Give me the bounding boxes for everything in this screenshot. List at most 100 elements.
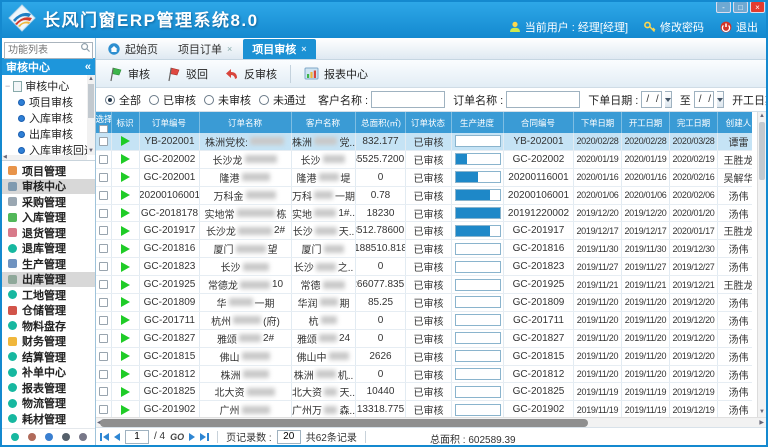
scroll-thumb[interactable] (759, 122, 765, 180)
column-header-5[interactable]: 总面积(㎡) (356, 112, 406, 133)
minimize-button[interactable]: - (716, 1, 731, 13)
row-checkbox[interactable] (99, 262, 108, 271)
change-password-button[interactable]: 修改密码 (644, 19, 704, 35)
table-row[interactable]: YB-202001株洲党校:株洲党..832.177已审核YB-20200120… (96, 133, 752, 151)
tree-expander-icon[interactable]: − (5, 81, 10, 91)
toolbar-button-反审核[interactable]: 反审核 (217, 63, 284, 85)
scroll-right-icon[interactable]: ▶ (759, 418, 764, 427)
radio-全部[interactable]: 全部 (101, 92, 141, 108)
sidebar-item-16[interactable]: 耗材管理 (2, 411, 95, 427)
table-row[interactable]: GC-201711杭州(府)杭0已审核GC-2017112019/11/2020… (96, 312, 752, 330)
sidebar-item-5[interactable]: 退库管理 (2, 241, 95, 257)
tree-item-2[interactable]: 出库审核 (5, 126, 86, 142)
order-date-from-input[interactable]: / / (641, 91, 661, 108)
table-row[interactable]: GC-201825北大资北大资天..10440已审核GC-2018252019/… (96, 383, 752, 401)
table-row[interactable]: GC-201925常德龙10常德266077.835..已审核GC-201925… (96, 276, 752, 294)
row-checkbox[interactable] (99, 209, 108, 218)
column-header-3[interactable]: 订单名称 (200, 112, 292, 133)
scroll-up-icon[interactable]: ▲ (758, 112, 766, 121)
scroll-up-icon[interactable]: ▲ (87, 75, 95, 83)
row-checkbox[interactable] (99, 244, 108, 253)
sidebar-item-12[interactable]: 结算管理 (2, 349, 95, 365)
cart-icon[interactable] (28, 433, 36, 441)
row-checkbox[interactable] (99, 316, 108, 325)
table-row[interactable]: GC-201902广州广州万森..13318.775已审核GC-20190220… (96, 401, 752, 417)
sidebar-item-3[interactable]: 入库管理 (2, 210, 95, 226)
sidebar-item-10[interactable]: 物料盘存 (2, 318, 95, 334)
tab-起始页[interactable]: 起始页 (99, 39, 167, 59)
sidebar-item-6[interactable]: 生产管理 (2, 256, 95, 272)
collapse-icon[interactable]: « (85, 61, 91, 73)
table-row[interactable]: GC-201827雅颂2#雅颂240已审核GC-2018272019/11/20… (96, 330, 752, 348)
tree-item-0[interactable]: 项目审核 (5, 94, 86, 110)
tree-scroll-thumb[interactable] (88, 84, 94, 118)
send-icon[interactable] (45, 433, 53, 441)
close-button[interactable]: × (750, 1, 765, 13)
row-checkbox[interactable] (99, 191, 108, 200)
table-row[interactable]: GC-2018178实地常栋实地1#..18230已审核201912200022… (96, 205, 752, 223)
next-page-button[interactable] (189, 433, 195, 441)
order-date-to-dropdown[interactable] (717, 91, 724, 108)
order-name-input[interactable] (506, 91, 580, 108)
row-checkbox[interactable] (99, 173, 108, 182)
sidebar-item-13[interactable]: 补单中心 (2, 365, 95, 381)
tab-项目订单[interactable]: 项目订单× (169, 39, 241, 59)
column-header-9[interactable]: 下单日期 (574, 112, 622, 133)
column-header-1[interactable]: 标识 (112, 112, 140, 133)
column-header-11[interactable]: 完工日期 (670, 112, 718, 133)
table-row[interactable]: GC-201823长沙长沙之..0已审核GC-2018232019/11/272… (96, 258, 752, 276)
sidebar-item-14[interactable]: 报表管理 (2, 380, 95, 396)
sidebar-item-0[interactable]: 项目管理 (2, 163, 95, 179)
row-checkbox[interactable] (99, 298, 108, 307)
sidebar-item-1[interactable]: 审核中心 (2, 179, 95, 195)
column-header-4[interactable]: 客户名称 (292, 112, 356, 133)
row-checkbox[interactable] (99, 352, 108, 361)
vertical-scrollbar[interactable]: ▲ ▼ (757, 112, 766, 417)
order-date-from-dropdown[interactable] (665, 91, 672, 108)
column-header-2[interactable]: 订单编号 (140, 112, 200, 133)
row-checkbox[interactable] (99, 370, 108, 379)
toolbar-button-报表中心[interactable]: 报表中心 (297, 63, 375, 85)
more-icon[interactable] (79, 433, 87, 441)
table-row[interactable]: GC-201815佛山佛山中2626已审核GC-2018152019/11/20… (96, 348, 752, 366)
column-header-6[interactable]: 订单状态 (406, 112, 452, 133)
column-header-0[interactable]: 选择 (96, 112, 112, 133)
tree-vertical-scrollbar[interactable]: ▲ ▼ (87, 75, 95, 155)
sidebar-item-8[interactable]: 工地管理 (2, 287, 95, 303)
sidebar-item-2[interactable]: 采购管理 (2, 194, 95, 210)
page-size-input[interactable] (277, 430, 301, 444)
customer-name-input[interactable] (371, 91, 445, 108)
tab-项目审核[interactable]: 项目审核× (243, 39, 315, 59)
row-checkbox[interactable] (99, 137, 108, 146)
table-row[interactable]: GC-201812株洲株洲机..0已审核GC-2018122019/11/202… (96, 366, 752, 384)
first-page-button[interactable] (100, 433, 109, 441)
tree-horizontal-scrollbar[interactable]: ◀ (2, 155, 87, 160)
order-date-to-input[interactable]: / / (694, 91, 714, 108)
row-checkbox[interactable] (99, 280, 108, 289)
table-row[interactable]: GC-202001隆港隆港堤0已审核202001160012020/01/162… (96, 169, 752, 187)
last-page-button[interactable] (200, 433, 209, 441)
column-header-12[interactable]: 创建人 (718, 112, 760, 133)
toolbar-button-驳回[interactable]: 驳回 (159, 63, 215, 85)
row-checkbox[interactable] (99, 387, 108, 396)
maximize-button[interactable]: □ (733, 1, 748, 13)
doc-icon[interactable] (62, 433, 70, 441)
go-button[interactable]: GO (170, 432, 184, 442)
column-header-10[interactable]: 开工日期 (622, 112, 670, 133)
tab-close-icon[interactable]: × (227, 44, 232, 54)
sidebar-item-4[interactable]: 退货管理 (2, 225, 95, 241)
prev-page-button[interactable] (114, 433, 120, 441)
select-all-checkbox[interactable] (99, 125, 108, 133)
table-row[interactable]: 20200106001万科金万科一期0.78已审核202001060012020… (96, 187, 752, 205)
scroll-down-icon[interactable]: ▼ (758, 408, 766, 417)
radio-未审核[interactable]: 未审核 (200, 92, 251, 108)
tree-item-1[interactable]: 入库审核 (5, 110, 86, 126)
hscroll-thumb[interactable] (100, 419, 588, 427)
row-checkbox[interactable] (99, 334, 108, 343)
table-row[interactable]: GC-202002长沙龙长沙65525.7200..已审核GC-20200220… (96, 151, 752, 169)
tree-root-item[interactable]: − 审核中心 (5, 78, 86, 94)
row-checkbox[interactable] (99, 226, 108, 235)
tab-close-icon[interactable]: × (301, 44, 306, 54)
radio-未通过[interactable]: 未通过 (255, 92, 306, 108)
table-row[interactable]: GC-201809华一期华润期85.25已审核GC-2018092019/11/… (96, 294, 752, 312)
